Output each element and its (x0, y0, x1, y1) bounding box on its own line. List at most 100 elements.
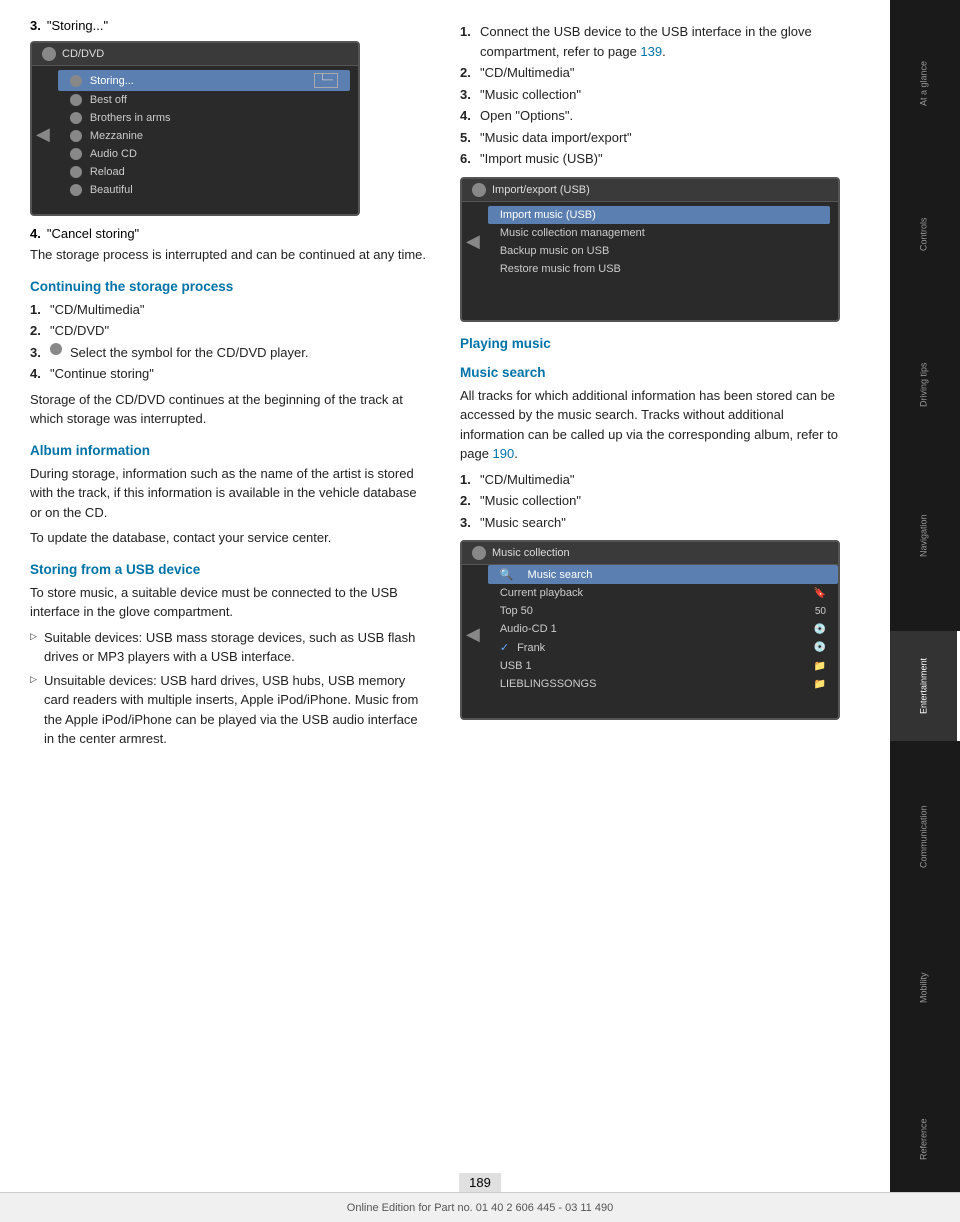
sidebar-tab-at-a-glance[interactable]: At a glance (890, 28, 960, 138)
usb-disc-icon (472, 183, 486, 197)
music-collection-header: Music collection (462, 542, 838, 565)
usb-screen-body: ◀ Import music (USB) Music collection ma… (462, 202, 838, 282)
music-collection-body: ◀ 🔍 Music search Current playback 🔖 Top … (462, 565, 838, 693)
mc-item-usb1-value: 📁 (814, 661, 826, 672)
sidebar-tab-label-at-a-glance: At a glance (919, 61, 929, 106)
continuing-step-3: 3. Select the symbol for the CD/DVD play… (30, 343, 430, 363)
storing-usb-heading: Storing from a USB device (30, 562, 430, 577)
nav-arrows: ◀ (36, 66, 50, 203)
music-search-steps-list: 1. "CD/Multimedia" 2. "Music collection"… (460, 470, 840, 533)
step-4-text: "Cancel storing" (47, 226, 139, 241)
continuing-steps-list: 1. "CD/Multimedia" 2. "CD/DVD" 3. Select… (30, 300, 430, 384)
page-139-link[interactable]: 139 (640, 44, 662, 59)
usb-screenshot: Import/export (USB) ◀ Import music (USB)… (460, 177, 840, 322)
sidebar-tab-communication[interactable]: Communication (890, 782, 960, 892)
usb-nav-arrows: ◀ (466, 202, 480, 282)
menu-item-brothers: Brothers in arms (58, 109, 350, 127)
mc-item-frank: ✓ Frank 💿 (488, 638, 838, 657)
sidebar-tab-entertainment[interactable]: Entertainment (890, 631, 960, 741)
connect-step-6: 6. "Import music (USB)" (460, 149, 840, 169)
sidebar-tab-driving-tips[interactable]: Driving tips (890, 330, 960, 440)
mc-item-current-value: 🔖 (814, 588, 826, 599)
continuing-heading: Continuing the storage process (30, 279, 430, 294)
sidebar: At a glance Controls Driving tips Naviga… (890, 0, 960, 1222)
album-description: During storage, information such as the … (30, 464, 430, 523)
step-3-text: "Storing..." (47, 18, 108, 33)
sidebar-tabs: At a glance Controls Driving tips Naviga… (890, 8, 960, 1214)
footer-text: Online Edition for Part no. 01 40 2 606 … (347, 1202, 613, 1214)
usb-menu-item-restore: Restore music from USB (488, 260, 830, 278)
menu-item-icon-2 (70, 94, 82, 106)
left-column: 3. "Storing..." CD/DVD ◀ Storing... (30, 18, 450, 1182)
step-3-container: 3. "Storing..." (30, 18, 430, 33)
step-3-number: 3. (30, 18, 41, 33)
music-collection-menu: 🔍 Music search Current playback 🔖 Top 50… (484, 565, 838, 693)
sidebar-tab-controls[interactable]: Controls (890, 179, 960, 289)
cd-dvd-header-text: CD/DVD (62, 48, 104, 60)
music-collection-header-text: Music collection (492, 547, 570, 559)
sidebar-tab-label-communication: Communication (919, 806, 929, 869)
continuing-step-4: 4. "Continue storing" (30, 364, 430, 384)
page-container: 3. "Storing..." CD/DVD ◀ Storing... (0, 0, 960, 1222)
page-number: 189 (459, 1173, 501, 1192)
menu-item-icon-7 (70, 184, 82, 196)
menu-item-icon-5 (70, 148, 82, 160)
usb-left-arrow-icon: ◀ (466, 231, 480, 252)
menu-item-icon-4 (70, 130, 82, 142)
usb-menu-item-management: Music collection management (488, 224, 830, 242)
left-arrow-icon: ◀ (36, 124, 50, 145)
music-collection-arrows: ◀ (466, 575, 480, 693)
connect-step-1: 1. Connect the USB device to the USB int… (460, 22, 840, 61)
devices-list: Suitable devices: USB mass storage devic… (30, 628, 430, 749)
right-column: 1. Connect the USB device to the USB int… (450, 18, 840, 1182)
sidebar-tab-label-navigation: Navigation (919, 514, 929, 557)
screen-menu: Storing... └─ Best off Brothers in arms (54, 66, 358, 203)
mc-item-music-search: 🔍 Music search (488, 565, 838, 584)
storing-usb-description: To store music, a suitable device must b… (30, 583, 430, 622)
sidebar-tab-reference[interactable]: Reference (890, 1084, 960, 1194)
album-update: To update the database, contact your ser… (30, 528, 430, 548)
suitable-devices: Suitable devices: USB mass storage devic… (30, 628, 430, 667)
menu-item-icon (70, 75, 82, 87)
connect-step-5: 5. "Music data import/export" (460, 128, 840, 148)
sidebar-tab-label-reference: Reference (919, 1118, 929, 1160)
connect-step-3: 3. "Music collection" (460, 85, 840, 105)
cd-dvd-screenshot: CD/DVD ◀ Storing... └─ (30, 41, 360, 216)
connect-step-4: 4. Open "Options". (460, 106, 840, 126)
music-collection-screenshot: Music collection ◀ 🔍 Music search Curren… (460, 540, 840, 720)
sidebar-tab-navigation[interactable]: Navigation (890, 481, 960, 591)
menu-item-reload: Reload (58, 163, 350, 181)
screen-header: CD/DVD (32, 43, 358, 66)
mc-item-frank-value: 💿 (814, 642, 826, 653)
playing-music-heading: Playing music (460, 336, 840, 351)
sidebar-tab-label-mobility: Mobility (919, 973, 929, 1004)
menu-item-audiocd: Audio CD (58, 145, 350, 163)
step-4-container: 4. "Cancel storing" (30, 226, 430, 241)
menu-item-mezzanine: Mezzanine (58, 127, 350, 145)
page-190-link[interactable]: 190 (493, 446, 515, 461)
continuing-description: Storage of the CD/DVD continues at the b… (30, 390, 430, 429)
checkmark-icon: ✓ (500, 641, 509, 654)
connect-steps-list: 1. Connect the USB device to the USB int… (460, 22, 840, 169)
page-number-area: 189 (459, 1175, 501, 1190)
usb-menu-item-import: Import music (USB) (488, 206, 830, 224)
usb-menu-item-backup: Backup music on USB (488, 242, 830, 260)
sidebar-tab-label-controls: Controls (919, 217, 929, 251)
menu-item-storing: Storing... └─ (58, 70, 350, 91)
main-content: 3. "Storing..." CD/DVD ◀ Storing... (0, 0, 890, 1222)
menu-item-bestoff: Best off (58, 91, 350, 109)
mc-item-audiocd-value: 💿 (814, 624, 826, 635)
disc-icon (42, 47, 56, 61)
mc-item-audiocd: Audio-CD 1 💿 (488, 620, 838, 638)
mc-item-top50: Top 50 50 (488, 602, 838, 620)
sidebar-tab-label-driving-tips: Driving tips (919, 363, 929, 408)
mc-item-lieblings-value: 📁 (814, 679, 826, 690)
footer-bar: Online Edition for Part no. 01 40 2 606 … (0, 1192, 960, 1222)
mc-item-lieblings: LIEBLINGSSONGS 📁 (488, 675, 838, 693)
music-search-description: All tracks for which additional informat… (460, 386, 840, 464)
sidebar-tab-mobility[interactable]: Mobility (890, 933, 960, 1043)
sidebar-tab-label-entertainment: Entertainment (919, 658, 929, 714)
music-search-step-2: 2. "Music collection" (460, 491, 840, 511)
menu-item-icon-3 (70, 112, 82, 124)
menu-item-beautiful: Beautiful (58, 181, 350, 199)
